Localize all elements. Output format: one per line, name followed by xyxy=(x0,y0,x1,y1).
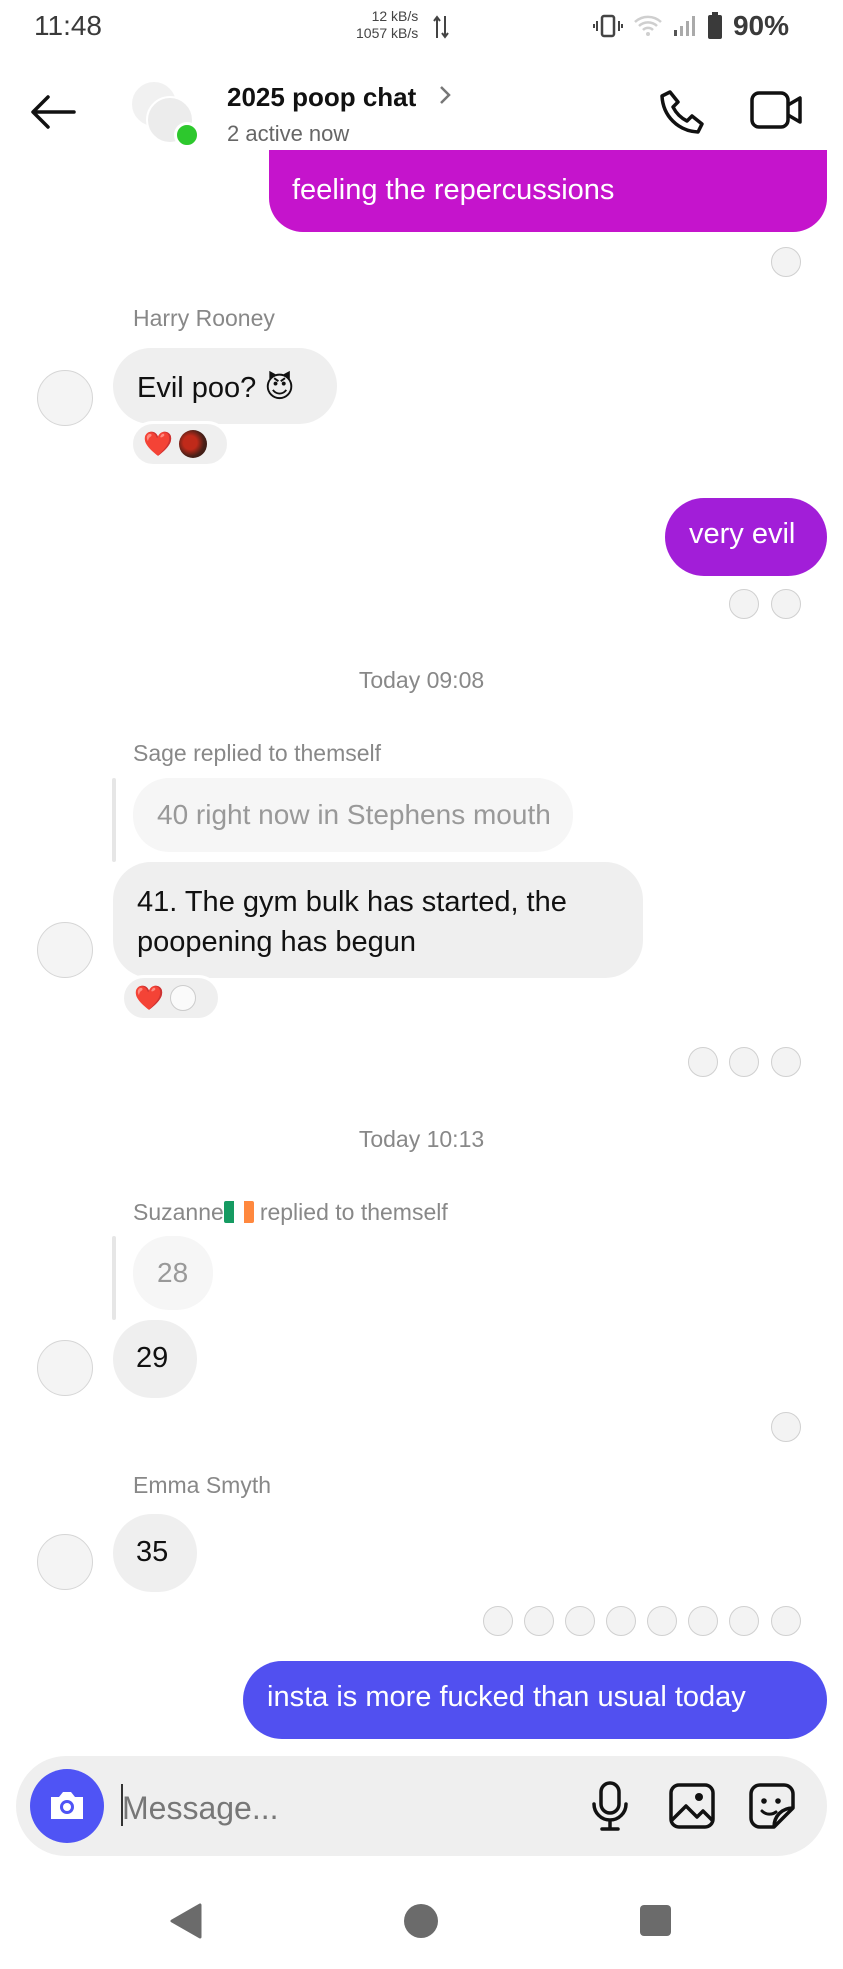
ireland-flag-icon xyxy=(223,1201,254,1223)
seen-avatar xyxy=(688,1606,718,1636)
heart-reaction: ❤️ xyxy=(134,984,164,1012)
microphone-icon xyxy=(592,1781,628,1831)
timestamp: Today 09:08 xyxy=(358,667,485,693)
outgoing-message[interactable]: feeling the repercussions xyxy=(269,150,827,232)
text-cursor xyxy=(121,1784,123,1826)
reply-indicator xyxy=(112,1236,116,1320)
message-text-line: poopening has begun xyxy=(137,926,416,958)
battery-icon xyxy=(707,12,722,39)
avatar[interactable] xyxy=(37,1340,93,1396)
message-text: Evil poo? 😈 xyxy=(137,372,295,404)
vibrate-icon xyxy=(592,14,623,38)
seen-avatar xyxy=(771,1047,801,1077)
sticker-button[interactable] xyxy=(748,1782,796,1835)
chevron-right-icon[interactable] xyxy=(438,84,452,112)
chat-title[interactable]: 2025 poop chat xyxy=(227,82,416,113)
message-input[interactable] xyxy=(120,1780,564,1836)
incoming-message[interactable]: Evil poo? 😈 xyxy=(113,348,337,424)
seen-avatar xyxy=(483,1606,513,1636)
reply-label: Sage replied to themself xyxy=(133,740,382,766)
incoming-message[interactable]: 41. The gym bulk has started, the poopen… xyxy=(113,862,643,978)
quoted-message[interactable]: 40 right now in Stephens mouth xyxy=(133,778,573,852)
seen-avatar xyxy=(729,589,759,619)
message-text-line: 41. The gym bulk has started, the xyxy=(137,886,567,918)
seen-avatar xyxy=(729,1606,759,1636)
incoming-message[interactable]: 29 xyxy=(113,1320,197,1398)
camera-icon xyxy=(51,1792,83,1819)
reactor-avatar xyxy=(169,985,196,1011)
message-text: 29 xyxy=(136,1342,169,1374)
avatar[interactable] xyxy=(37,922,93,978)
seen-avatar xyxy=(771,247,801,277)
sender-name: Emma Smyth xyxy=(133,1472,272,1498)
image-icon xyxy=(669,1783,715,1829)
microphone-button[interactable] xyxy=(590,1780,630,1837)
outgoing-message[interactable]: very evil xyxy=(665,498,827,576)
group-avatar[interactable] xyxy=(130,80,200,148)
video-call-button[interactable] xyxy=(750,90,804,135)
wifi-icon xyxy=(634,15,662,36)
nav-home-button[interactable] xyxy=(404,1904,438,1938)
incoming-message[interactable]: 35 xyxy=(113,1514,197,1592)
gallery-button[interactable] xyxy=(668,1782,716,1835)
seen-avatar xyxy=(729,1047,759,1077)
back-button[interactable] xyxy=(28,92,84,132)
triangle-back-icon xyxy=(170,1903,202,1939)
message-text: feeling the repercussions xyxy=(292,174,615,206)
active-status-dot xyxy=(174,122,200,148)
seen-avatar xyxy=(771,589,801,619)
reply-label: Suzanne replied to themself xyxy=(133,1199,448,1226)
back-arrow-icon xyxy=(31,95,76,129)
seen-avatar xyxy=(524,1606,554,1636)
heart-reaction: ❤️ xyxy=(143,430,173,458)
quoted-message[interactable]: 28 xyxy=(133,1236,213,1310)
avatar[interactable] xyxy=(37,370,93,426)
seen-avatar xyxy=(771,1606,801,1636)
sender-name: Suzanne xyxy=(133,1199,224,1225)
message-text: 35 xyxy=(136,1536,169,1568)
quoted-text: 40 right now in Stephens mouth xyxy=(157,799,551,830)
status-time: 11:48 xyxy=(34,10,102,41)
sender-name: Harry Rooney xyxy=(133,305,275,331)
network-up: 12 kB/s xyxy=(371,8,419,24)
network-down: 1057 kB/s xyxy=(356,25,419,41)
reply-suffix: replied to themself xyxy=(259,1199,448,1225)
nav-back-button[interactable] xyxy=(168,1902,204,1945)
timestamp: Today 10:13 xyxy=(358,1126,485,1152)
seen-avatar xyxy=(606,1606,636,1636)
signal-icon xyxy=(673,16,695,36)
nav-recents-button[interactable] xyxy=(640,1905,671,1936)
quoted-text: 28 xyxy=(157,1257,189,1288)
message-text: very evil xyxy=(689,518,796,550)
message-text: insta is more fucked than usual today xyxy=(267,1681,746,1713)
outgoing-message[interactable]: insta is more fucked than usual today xyxy=(243,1661,827,1739)
voice-call-button[interactable] xyxy=(656,88,706,143)
video-camera-icon xyxy=(750,91,802,129)
avatar[interactable] xyxy=(37,1534,93,1590)
active-status-text: 2 active now xyxy=(227,121,350,146)
phone-icon xyxy=(660,90,704,134)
seen-avatar xyxy=(565,1606,595,1636)
seen-avatar xyxy=(647,1606,677,1636)
reactor-avatar xyxy=(178,430,207,458)
seen-avatar xyxy=(688,1047,718,1077)
seen-avatar xyxy=(771,1412,801,1442)
sticker-icon xyxy=(749,1783,795,1829)
status-icons: 90% xyxy=(592,10,789,42)
network-speed: 12 kB/s 1057 kB/s xyxy=(356,8,418,42)
camera-button[interactable] xyxy=(30,1769,104,1843)
reply-indicator xyxy=(112,778,116,862)
reaction-bar[interactable]: ❤️ xyxy=(121,975,221,1021)
reaction-bar[interactable]: ❤️ xyxy=(130,421,230,467)
battery-percent: 90% xyxy=(732,10,789,41)
data-transfer-icon xyxy=(433,12,449,47)
